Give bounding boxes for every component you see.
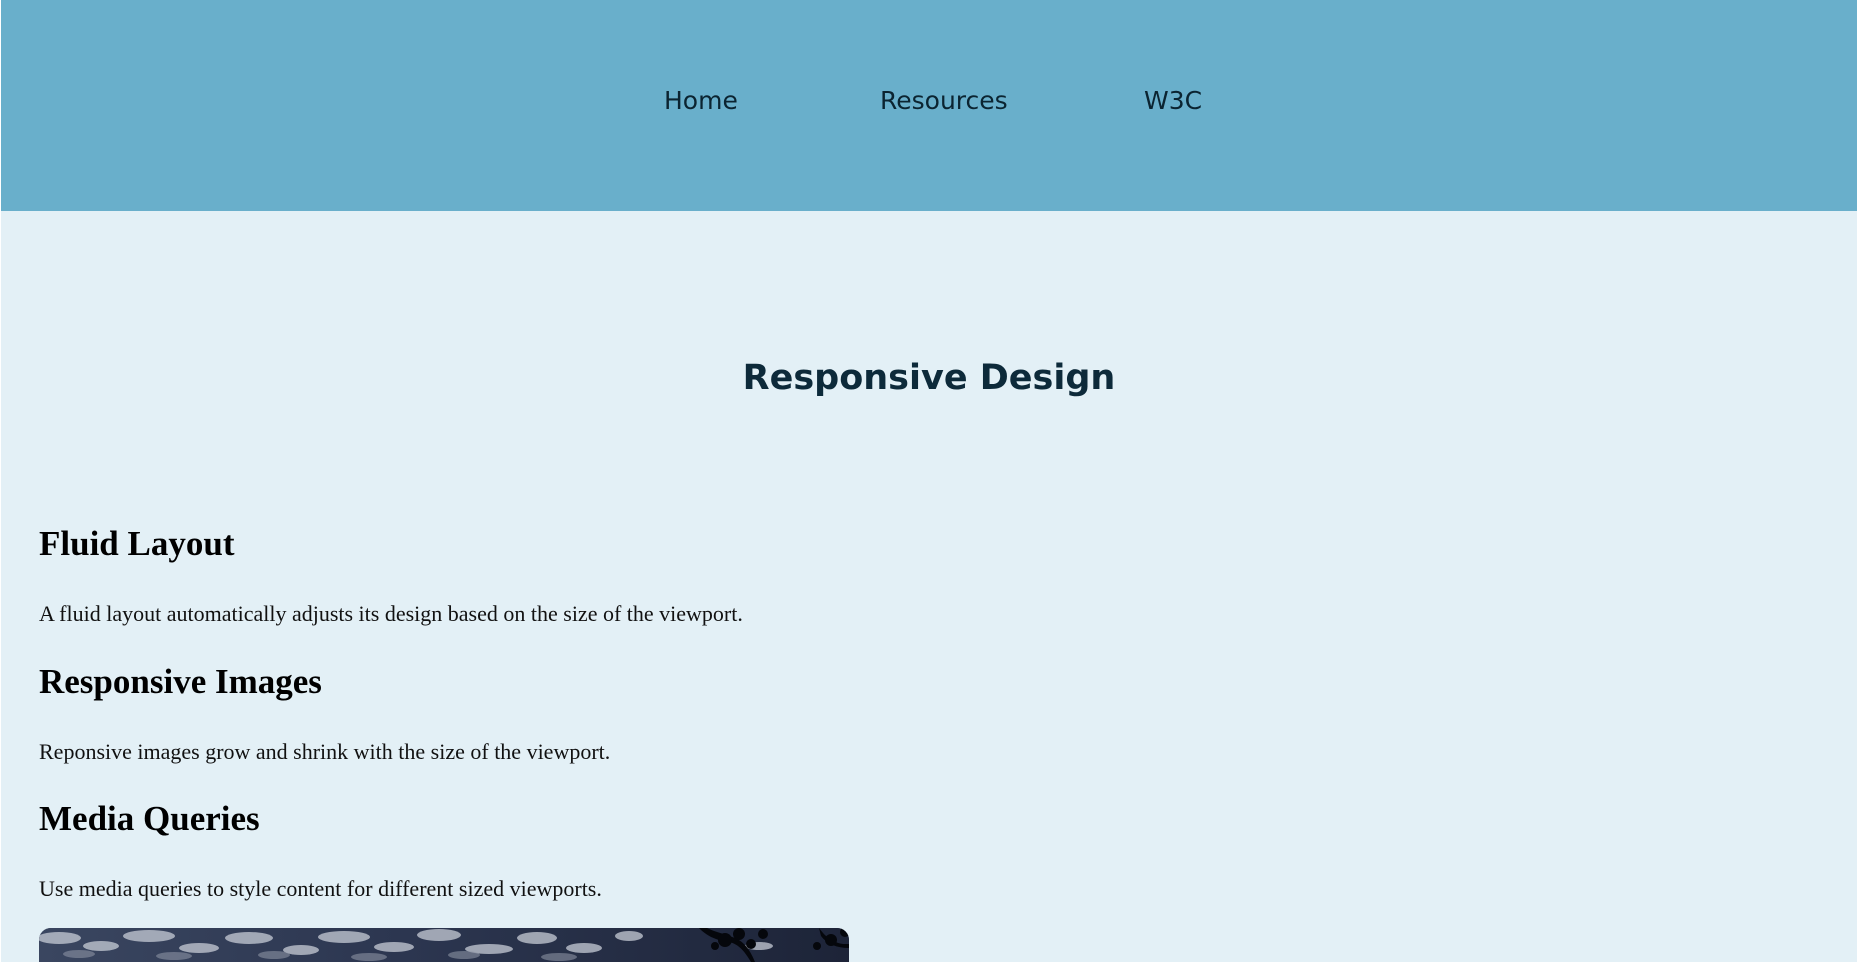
section-heading-responsive-images: Responsive Images — [39, 662, 322, 701]
nav-link-home[interactable]: Home — [664, 84, 738, 118]
section-text-media-queries: Use media queries to style content for d… — [39, 876, 602, 901]
nav-link-w3c[interactable]: W3C — [1144, 84, 1202, 118]
section-text-responsive-images: Reponsive images grow and shrink with th… — [39, 739, 611, 764]
top-navigation: Home Resources W3C — [1, 0, 1857, 211]
section-heading-fluid-layout: Fluid Layout — [39, 524, 235, 563]
page-title: Responsive Design — [742, 358, 1116, 398]
section-text-fluid-layout: A fluid layout automatically adjusts its… — [39, 601, 743, 626]
page: Home Resources W3C Responsive Design Flu… — [1, 0, 1857, 962]
sky-image — [39, 928, 849, 962]
section-heading-media-queries: Media Queries — [39, 799, 260, 838]
nav-link-resources[interactable]: Resources — [880, 84, 1008, 118]
